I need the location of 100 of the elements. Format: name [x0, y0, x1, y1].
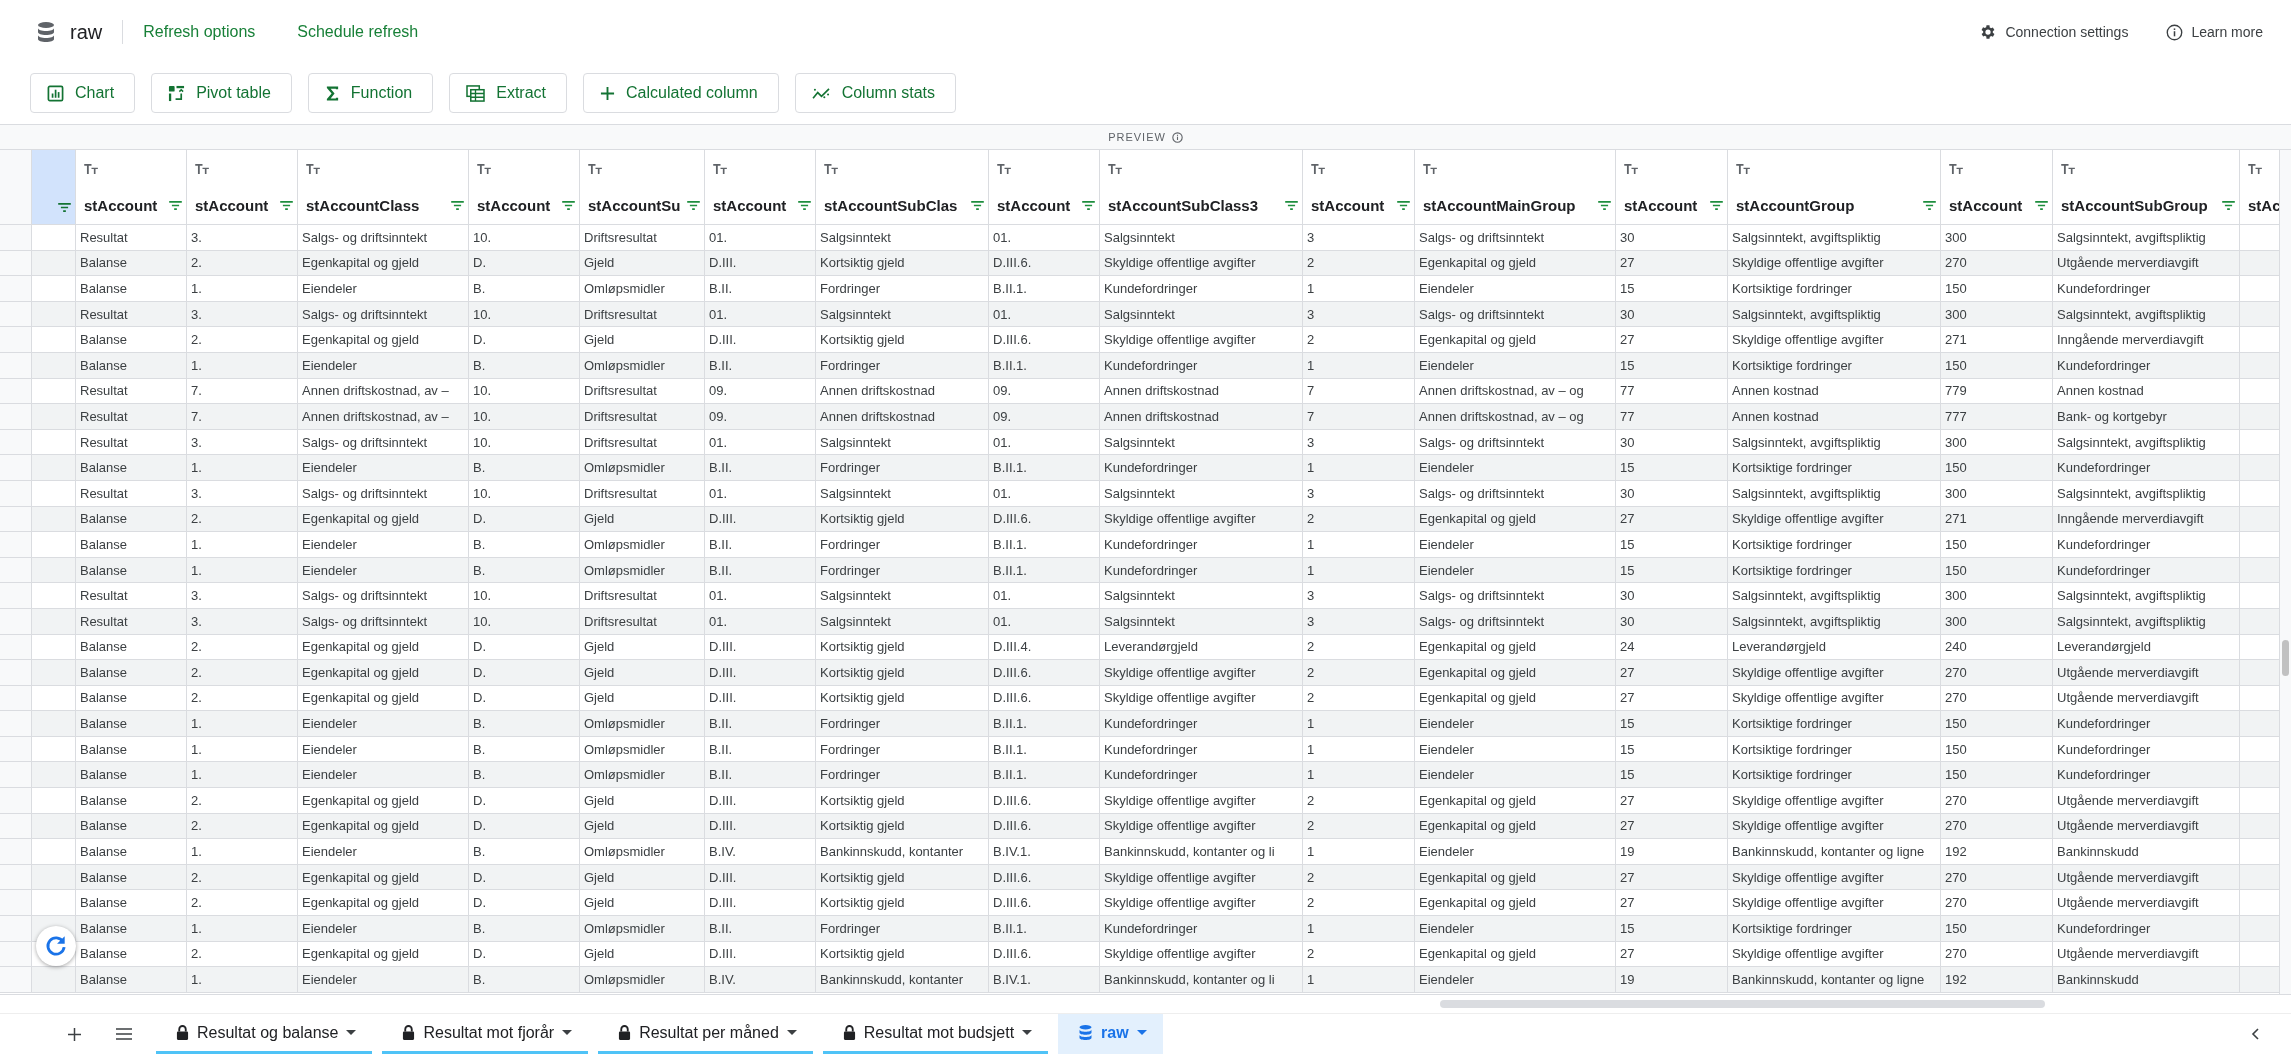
column-header[interactable]: stAccount [1616, 150, 1728, 224]
table-cell: Fordringer [820, 460, 880, 476]
sheet-tab[interactable]: raw [1058, 1014, 1163, 1054]
table-cell: 15 [1620, 716, 1635, 732]
sheet-tab[interactable]: Resultat per måned [598, 1014, 813, 1054]
table-cell: Kortsiktig gjeld [820, 792, 905, 808]
table-cell: Resultat [80, 485, 128, 501]
table-cell: 2. [191, 946, 202, 962]
column-header[interactable]: stAccount [76, 150, 187, 224]
table-cell: Egenkapital og gjeld [302, 895, 420, 911]
table-cell: B.II.1. [993, 460, 1027, 476]
table-cell: Annen driftskostnad [1104, 383, 1219, 399]
table-cell: 1. [191, 357, 202, 373]
table-cell: 150 [1945, 562, 1967, 578]
header-action-link[interactable]: Learn more [2166, 23, 2263, 41]
column-header[interactable]: stAccountSu [580, 150, 705, 224]
table-cell: Annen kostnad [1732, 408, 1819, 424]
table-cell: 10. [473, 383, 492, 399]
text-type-icon [997, 164, 1012, 174]
toolbar-button[interactable]: Column stats [794, 73, 956, 113]
column-header[interactable]: stAccountClass [298, 150, 469, 224]
table-cell: Kundefordringer [1104, 767, 1198, 783]
filter-icon [451, 201, 464, 210]
table-cell: Kortsiktige fordringer [1732, 281, 1852, 296]
table-cell: Annen driftskostnad [1104, 408, 1219, 424]
horizontal-scrollbar[interactable] [1440, 1000, 2045, 1008]
table-cell: Balanse [80, 639, 127, 655]
column-header[interactable]: stAccount [1303, 150, 1415, 224]
table-cell: 1. [191, 920, 202, 936]
sheet-tab[interactable]: Resultat mot fjorår [382, 1014, 589, 1054]
table-cell: D.III. [709, 511, 737, 527]
table-cell: Balanse [80, 690, 127, 706]
column-header[interactable]: stAccount [705, 150, 816, 224]
column-header[interactable]: stAccountSubGroup [2053, 150, 2240, 224]
filter-icon [1082, 201, 1095, 210]
table-cell: Balanse [80, 281, 127, 296]
table-cell: 300 [1945, 229, 1967, 245]
table-cell: 27 [1620, 690, 1635, 706]
table-cell: Kortsiktige fordringer [1732, 536, 1852, 552]
toolbar-button[interactable]: Extract [449, 73, 567, 113]
table-cell: Kortsiktige fordringer [1732, 716, 1852, 732]
filter-column-header[interactable] [32, 150, 76, 224]
table-cell: Salgsinntekt [1104, 485, 1175, 501]
table-cell: D. [473, 255, 486, 271]
table-cell: 270 [1945, 818, 1967, 834]
column-header[interactable]: stAccountMainGroup [1415, 150, 1616, 224]
table-cell: Salgsinntekt [820, 434, 891, 450]
table-cell: 1 [1307, 281, 1315, 296]
table-cell: 27 [1620, 895, 1635, 911]
column-header[interactable]: stAccount [469, 150, 580, 224]
table-cell: 3. [191, 485, 202, 501]
toolbar-button[interactable]: Pivot table [151, 73, 292, 113]
table-cell: 300 [1945, 613, 1967, 629]
table-cell: 1. [191, 562, 202, 578]
table-cell: Omløpsmidler [584, 562, 665, 578]
sheet-tab[interactable]: Resultat mot budsjett [822, 1014, 1049, 1054]
column-name: stAccount [195, 197, 269, 214]
sheet-tab[interactable]: Resultat og balanse [156, 1014, 373, 1054]
table-cell: B.II.1. [993, 741, 1027, 757]
text-type-icon [1949, 164, 1964, 174]
table-cell: Salgsinntekt, avgiftspliktig [2057, 485, 2206, 501]
column-header[interactable]: stAccount [989, 150, 1100, 224]
table-cell: Omløpsmidler [584, 920, 665, 936]
header-link[interactable]: Refresh options [143, 23, 256, 41]
table-cell: 150 [1945, 281, 1967, 296]
table-cell: D.III.6. [993, 792, 1032, 808]
refresh-button[interactable] [36, 926, 76, 966]
toolbar-button[interactable]: Chart [30, 73, 136, 113]
column-header[interactable]: stAccountSubClass3 [1100, 150, 1303, 224]
table-cell: 150 [1945, 741, 1967, 757]
table-cell: 27 [1620, 332, 1635, 348]
table-cell: B.II.1. [993, 562, 1027, 578]
vertical-scrollbar[interactable] [2279, 150, 2291, 994]
header-action-link[interactable]: Connection settings [1979, 23, 2129, 41]
table-cell: 10. [473, 408, 492, 424]
table-cell: 30 [1620, 588, 1635, 604]
column-header[interactable]: stAccountSubClas [816, 150, 989, 224]
table-cell: Resultat [80, 229, 128, 245]
column-header[interactable]: stAccount [1941, 150, 2053, 224]
table-cell: Kortsiktig gjeld [820, 639, 905, 655]
column-header[interactable]: stAccount [187, 150, 298, 224]
table-cell: B.II.1. [993, 357, 1027, 373]
table-cell: 01. [709, 588, 728, 604]
table-cell: 150 [1945, 536, 1967, 552]
filter-icon [280, 201, 293, 210]
column-header[interactable]: stAccountGroup [1728, 150, 1941, 224]
table-cell: 10. [473, 588, 492, 604]
toolbar-button[interactable]: Calculated column [583, 73, 779, 113]
table-cell: Salgsinntekt, avgiftspliktig [1732, 588, 1881, 604]
table-cell: Salgs- og driftsinntekt [1419, 434, 1544, 450]
toolbar-button[interactable]: Function [307, 73, 434, 113]
table-cell: Omløpsmidler [584, 536, 665, 552]
table-cell: 271 [1945, 332, 1967, 348]
table-cell: 3 [1307, 229, 1315, 245]
filter-icon [1285, 201, 1298, 210]
table-cell: 2 [1307, 869, 1315, 885]
table-cell: 779 [1945, 383, 1967, 399]
header-link[interactable]: Schedule refresh [297, 23, 419, 41]
table-cell: Skyldige offentlige avgifter [1732, 664, 1884, 680]
table-cell: Kundefordringer [1104, 562, 1198, 578]
